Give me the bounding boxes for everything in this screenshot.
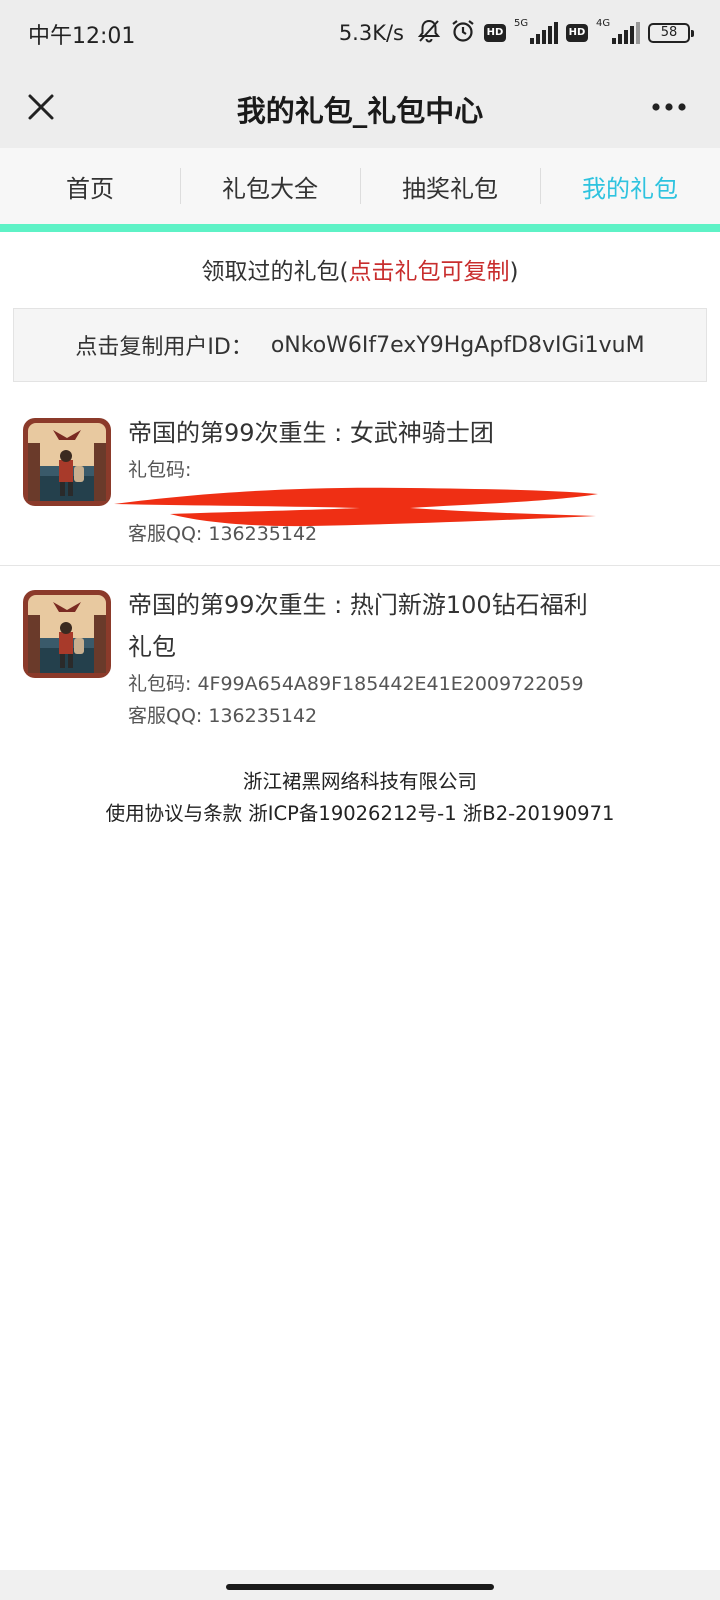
gift-name: 帝国的第99次重生 : 热门新游100钻石福利礼包: [128, 591, 588, 661]
tab-all-gifts[interactable]: 礼包大全: [180, 148, 360, 224]
claimed-notice: 领取过的礼包(点击礼包可复制): [0, 252, 720, 286]
user-id-value: oNkoW6If7exY9HgApfD8vIGi1vuM: [270, 332, 645, 358]
gift-support-qq: 客服QQ: 136235142: [128, 705, 318, 727]
status-bar: 中午12:01 5.3K/s HD 5G HD 4G 58: [0, 0, 720, 66]
gift-code-hidden: [128, 486, 598, 518]
gift-support-qq: 客服QQ: 136235142: [128, 523, 318, 545]
gift-code-label: 礼包码:: [128, 459, 192, 481]
tab-active-underline: [0, 224, 720, 232]
tab-bar: 首页 礼包大全 抽奖礼包 我的礼包: [0, 148, 720, 224]
gift-code: 礼包码:: [128, 454, 598, 486]
notice-prefix: 领取过的礼包(: [201, 259, 349, 285]
page-title: 我的礼包_礼包中心: [236, 94, 484, 128]
hd-icon: HD: [484, 24, 506, 42]
game-icon: [23, 590, 111, 678]
hd-icon: HD: [566, 24, 588, 42]
tab-home[interactable]: 首页: [0, 148, 180, 224]
status-time: 中午12:01: [28, 24, 136, 49]
gift-details: 帝国的第99次重生 : 热门新游100钻石福利礼包 礼包码: 4F99A654A…: [128, 584, 598, 732]
tab-lottery-gifts[interactable]: 抽奖礼包: [360, 148, 540, 224]
notice-highlight: 点击礼包可复制: [348, 259, 510, 285]
gift-details: 帝国的第99次重生 : 女武神骑士团 礼包码: 客服QQ: 136235142: [128, 412, 598, 550]
game-icon: [23, 418, 111, 506]
gift-code-value: 4F99A654A89F185442E41E2009722059: [197, 673, 584, 695]
signal-4g-icon: 4G: [596, 18, 640, 46]
gift-item[interactable]: 帝国的第99次重生 : 热门新游100钻石福利礼包 礼包码: 4F99A654A…: [0, 584, 720, 734]
gift-item[interactable]: 帝国的第99次重生 : 女武神骑士团 礼包码: 客服QQ: 136235142: [0, 412, 720, 566]
alarm-icon: [450, 18, 476, 48]
title-bar: 我的礼包_礼包中心: [0, 66, 720, 148]
gift-code: 礼包码: 4F99A654A89F185442E41E2009722059: [128, 668, 598, 700]
mute-bell-icon: [416, 18, 442, 48]
signal-5g-icon: 5G: [514, 18, 558, 46]
footer: 浙江裙黑网络科技有限公司 使用协议与条款 浙ICP备19026212号-1 浙B…: [0, 766, 720, 830]
notice-suffix: ): [509, 259, 519, 285]
battery-icon: 58: [648, 23, 694, 43]
more-dots-icon: [652, 103, 686, 111]
footer-links[interactable]: 使用协议与条款 浙ICP备19026212号-1 浙B2-20190971: [0, 798, 720, 830]
user-id-label: 点击复制用户ID：: [75, 335, 253, 360]
more-button[interactable]: [644, 90, 694, 124]
tab-my-gifts[interactable]: 我的礼包: [540, 148, 720, 224]
gift-name: 帝国的第99次重生 : 女武神骑士团: [128, 419, 494, 447]
home-indicator[interactable]: [226, 1584, 494, 1590]
copy-user-id-button[interactable]: 点击复制用户ID： oNkoW6If7exY9HgApfD8vIGi1vuM: [13, 308, 707, 382]
network-speed: 5.3K/s: [338, 21, 404, 45]
status-icons: 5.3K/s HD 5G HD 4G 58: [338, 16, 694, 50]
company-name: 浙江裙黑网络科技有限公司: [242, 770, 477, 793]
gift-code-label: 礼包码:: [128, 673, 198, 695]
